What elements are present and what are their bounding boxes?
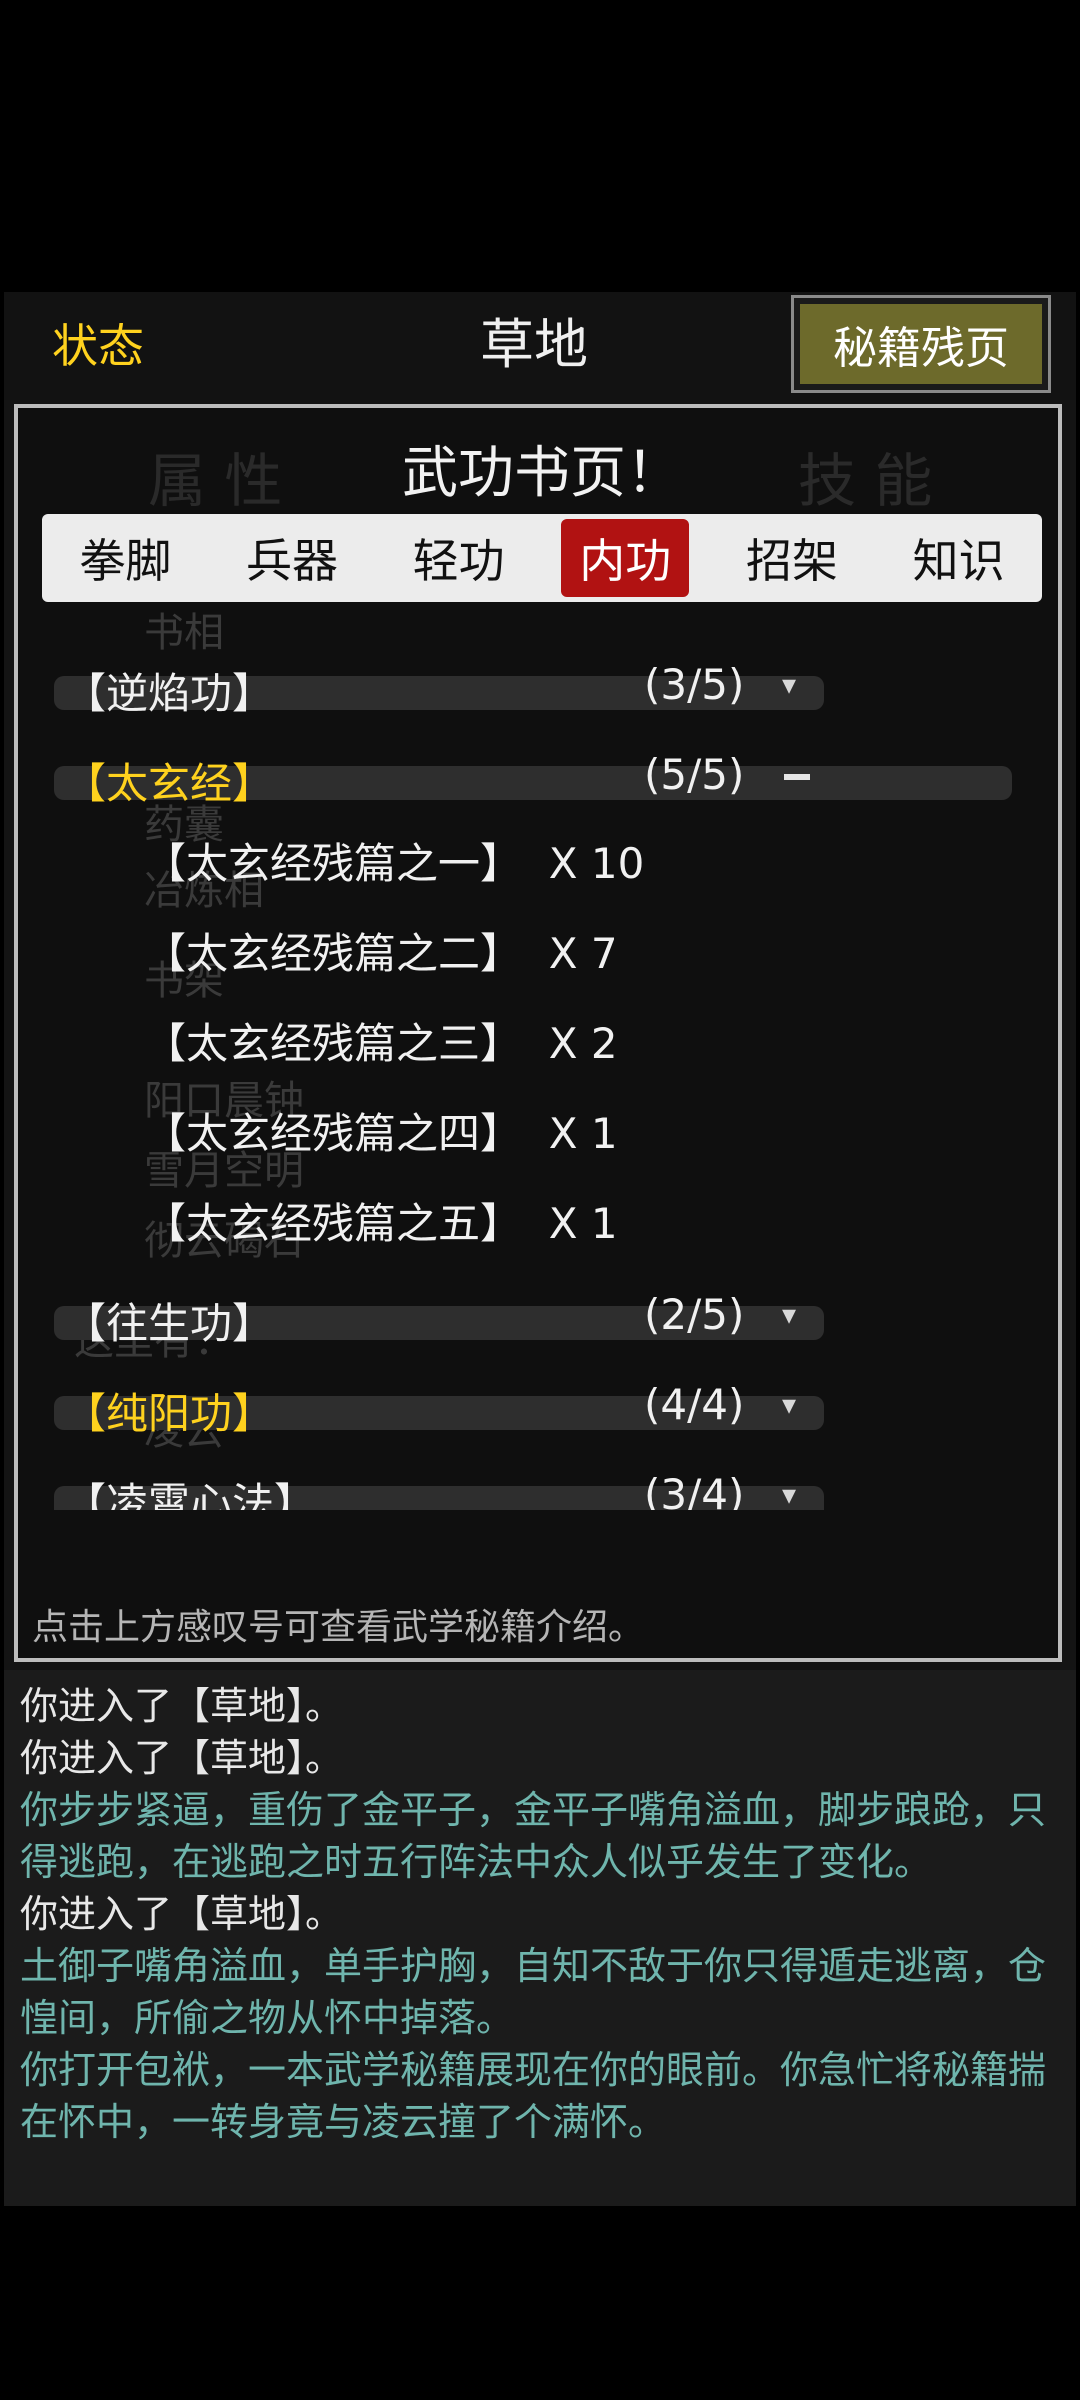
chevron-down-icon: ▾ — [782, 1298, 797, 1331]
collapse-icon — [784, 774, 810, 780]
page-item: 【太玄经残篇之三】 X 2 — [144, 1019, 618, 1068]
book-name: 【太玄经】 — [64, 759, 275, 808]
tab-inner-power[interactable]: 内功 — [561, 519, 690, 597]
book-count: (3/4) — [644, 1470, 745, 1510]
page-item: 【太玄经残篇之四】 X 1 — [144, 1109, 618, 1158]
list-item[interactable]: 【凌霄心法】 (3/4) ▾ — [54, 1470, 824, 1510]
book-name: 【纯阳功】 — [64, 1389, 275, 1438]
status-button[interactable]: 状态 — [52, 310, 144, 376]
log-line: 你打开包袱，一本武学秘籍展现在你的眼前。你急忙将秘籍揣在怀中，一转身竟与凌云撞了… — [20, 2048, 1047, 2144]
category-tabs: 拳脚 兵器 轻功 内功 招架 知识 — [42, 514, 1042, 602]
book-name: 【凌霄心法】 — [64, 1479, 317, 1510]
tab-knowledge[interactable]: 知识 — [895, 519, 1023, 597]
message-log[interactable]: 你进入了【草地】。 你进入了【草地】。 你步步紧逼，重伤了金平子，金平子嘴角溢血… — [4, 1670, 1076, 2206]
hint-text: 点击上方感叹号可查看武学秘籍介绍。 — [32, 1607, 645, 1648]
book-count: (4/4) — [644, 1380, 745, 1429]
chevron-down-icon: ▾ — [782, 1478, 797, 1510]
tab-weapons[interactable]: 兵器 — [228, 519, 356, 597]
list-item[interactable]: 【往生功】 (2/5) ▾ — [54, 1290, 824, 1348]
page-item: 【太玄经残篇之五】 X 1 — [144, 1199, 618, 1248]
book-count: (2/5) — [644, 1290, 745, 1339]
book-count: (3/5) — [644, 660, 745, 709]
list-item[interactable]: 【太玄经】 (5/5) — [54, 750, 1012, 808]
log-line: 你进入了【草地】。 — [20, 1892, 344, 1936]
location-title: 草地 — [480, 313, 588, 376]
log-line: 你进入了【草地】。 — [20, 1736, 344, 1780]
page-item: 【太玄经残篇之二】 X 7 — [144, 929, 618, 978]
page-item: 【太玄经残篇之一】 X 10 — [144, 839, 645, 888]
tab-lightness[interactable]: 轻功 — [395, 519, 523, 597]
list-item[interactable]: 【纯阳功】 (4/4) ▾ — [54, 1380, 824, 1438]
book-count: (5/5) — [644, 750, 745, 799]
tab-fist-kick[interactable]: 拳脚 — [61, 519, 189, 597]
chevron-down-icon: ▾ — [782, 1388, 797, 1421]
secret-pages-button[interactable]: 秘籍残页 — [791, 295, 1051, 393]
log-line: 你步步紧逼，重伤了金平子，金平子嘴角溢血，脚步踉跄，只得逃跑，在逃跑之时五行阵法… — [20, 1788, 1047, 1884]
martial-book-list: 【逆焰功】 (3/5) ▾ 【太玄经】 (5/5) 【太玄经残篇之一】 X 10… — [18, 624, 1066, 1704]
martial-pages-modal: 属 性 技 能 书相 药囊 冶炼相 书架 阳口晨钟 雪月空明 彻云碣石 这里有：… — [14, 404, 1062, 1662]
log-line: 土御子嘴角溢血，单手护胸，自知不敌于你只得遁走逃离，仓惶间，所偷之物从怀中掉落。 — [20, 1944, 1047, 2040]
chevron-down-icon: ▾ — [782, 668, 797, 701]
book-name: 【往生功】 — [64, 1299, 275, 1348]
tab-parry[interactable]: 招架 — [728, 519, 856, 597]
modal-title[interactable]: 武功书页！ — [18, 428, 1066, 509]
book-name: 【逆焰功】 — [64, 669, 275, 718]
list-item[interactable]: 【逆焰功】 (3/5) ▾ — [54, 660, 824, 718]
log-line: 你进入了【草地】。 — [20, 1684, 344, 1728]
